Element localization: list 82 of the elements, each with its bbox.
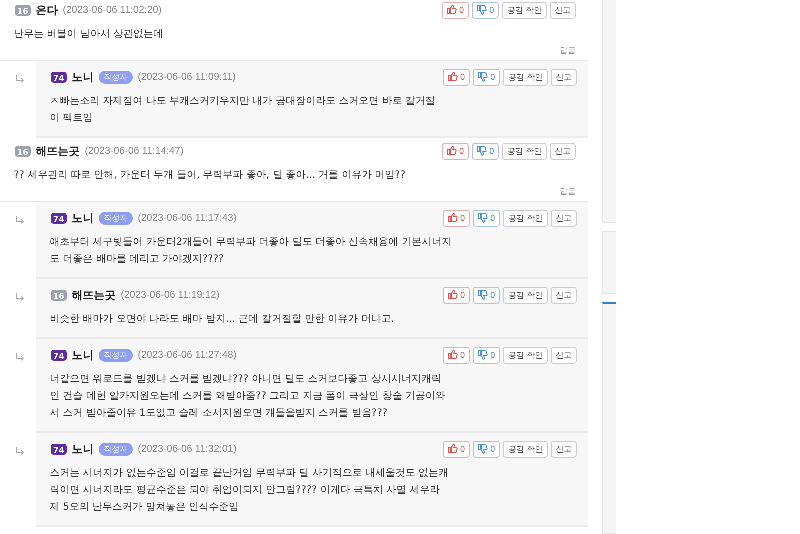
level-badge-icon: 74 [50,70,68,84]
report-button[interactable]: 신고 [551,210,577,226]
thumbs-up-icon [448,290,458,300]
thumbs-down-icon [478,72,488,82]
reply-link[interactable]: 답글 [560,45,576,56]
author-name: 노니 [72,442,94,456]
author-name: 노니 [72,348,94,362]
comment-text: 비슷한 배마가 오면야 나라도 배마 받지... 근데 칼거절할 만한 이유가 머냐고. [50,313,396,327]
empathy-check-button[interactable]: 공감 확인 [502,2,547,18]
like-button[interactable]: 0 [443,440,470,458]
comment-text: 스커는 시너지가 없는수준임 이걸로 끝난거임 무력부파 딜 사기적으로 내세울것도 없는캐 릭이면 시너지라도 평균수준은 되야 취업이되지 안그럼???? 이게다 극특치 사멸 세우라 제 5오의 난무스커가 망쳐놓은 인식수준임 [50,467,450,515]
author-name: 해뜨는곳 [36,144,80,158]
dislike-button[interactable]: 0 [473,440,500,458]
comment-text: 애초부터 세구빛들어 카운터2개들어 무력부파 더좋아 딜도 더좋아 신속채용에 기본시너지 도 더좋은 배마를 데리고 가야겠지???? [50,236,453,267]
level-badge-icon: 74 [50,442,68,456]
like-button[interactable]: 0 [443,286,470,304]
author-name: 노니 [72,210,94,226]
report-button[interactable]: 신고 [551,286,577,304]
empathy-check-button[interactable]: 공감 확인 [503,68,548,86]
like-button[interactable]: 0 [443,68,470,86]
comment-time: (2023-06-06 11:09:11) [138,72,236,82]
thumbs-up-icon [448,350,458,360]
dislike-button[interactable]: 0 [473,68,500,86]
comment-time: (2023-06-06 11:32:01) [138,444,237,454]
thumbs-down-icon [477,146,488,156]
comment-time: (2023-06-06 11:02:20) [63,4,162,16]
report-button[interactable]: 신고 [551,440,577,458]
thumbs-down-icon [478,444,488,454]
thumbs-down-icon [477,5,488,15]
empathy-check-button[interactable]: 공감 확인 [503,286,548,304]
like-button[interactable]: 0 [443,210,470,226]
report-button[interactable]: 신고 [550,2,576,18]
thumbs-up-icon [448,444,458,454]
sidebar-panel [602,231,616,294]
writer-badge: 작성자 [99,442,133,456]
reply-link[interactable]: 답글 [560,186,576,197]
empathy-check-button[interactable]: 공감 확인 [503,346,548,364]
reply-arrow-icon [15,75,25,84]
dislike-button[interactable]: 0 [473,210,500,226]
author-name: 온다 [36,2,58,18]
dislike-button[interactable]: 0 [472,2,500,18]
thumbs-up-icon [448,72,458,82]
like-button[interactable]: 0 [442,2,470,18]
level-badge-icon: 16 [14,144,32,158]
level-badge-icon: 16 [50,288,68,302]
comment-text: 너같으면 워로드를 받겠냐 스커를 받겠냐??? 아니면 딜도 스커보다좋고 상시시너지캐릭 인 건슬 데헌 알카지원오는데 스커를 왜받아줌?? 그리고 지금 폼이 극상인 창술 기공이와 서 스커 받아줄이유 1도없고 슬레 소서지원오면 걔들을받지 스커를 받음??? [50,373,447,421]
comment-time: (2023-06-06 11:17:43) [138,212,237,224]
reply-arrow-icon [15,293,25,302]
dislike-button[interactable]: 0 [473,346,500,364]
dislike-button[interactable]: 0 [473,286,500,304]
thumbs-down-icon [478,213,488,223]
report-button[interactable]: 신고 [551,346,577,364]
comment-text: ?? 세우관리 따로 안해, 카운터 두개 들어, 무력부파 좋아, 딜 좋아... 거를 이유가 머임?? [14,169,407,183]
report-button[interactable]: 신고 [551,68,577,86]
empathy-check-button[interactable]: 공감 확인 [503,440,548,458]
thumbs-up-icon [447,5,458,15]
writer-badge: 작성자 [99,212,133,224]
level-badge-icon: 74 [50,212,68,224]
reply-arrow-icon [15,353,25,362]
like-button[interactable]: 0 [443,346,470,364]
comment-time: (2023-06-06 11:19:12) [121,290,220,300]
writer-badge: 작성자 [99,348,133,362]
thumbs-down-icon [478,290,488,300]
thumbs-down-icon [478,350,488,360]
comment-text: 난무는 버블이 남아서 상관없는데 [14,28,165,42]
report-button[interactable]: 신고 [550,142,576,160]
empathy-check-button[interactable]: 공감 확인 [502,142,547,160]
comment-time: (2023-06-06 11:14:47) [85,146,184,156]
dislike-button[interactable]: 0 [472,142,500,160]
like-button[interactable]: 0 [442,142,470,160]
thumbs-up-icon [447,146,458,156]
level-badge-icon: 16 [14,4,32,16]
thumbs-up-icon [448,213,458,223]
author-name: 해뜨는곳 [72,288,116,302]
author-name: 노니 [72,70,94,84]
comment-text: ㅈ빠는소리 자제점여 나도 부캐스커키우지만 내가 공대장이라도 스커오면 바로 칼거절 이 펙트임 [50,95,436,126]
level-badge-icon: 74 [50,348,68,362]
reply-arrow-icon [15,216,25,225]
empathy-check-button[interactable]: 공감 확인 [503,210,548,226]
comment-time: (2023-06-06 11:27:48) [138,350,237,360]
writer-badge: 작성자 [99,70,133,84]
reply-arrow-icon [15,447,25,456]
